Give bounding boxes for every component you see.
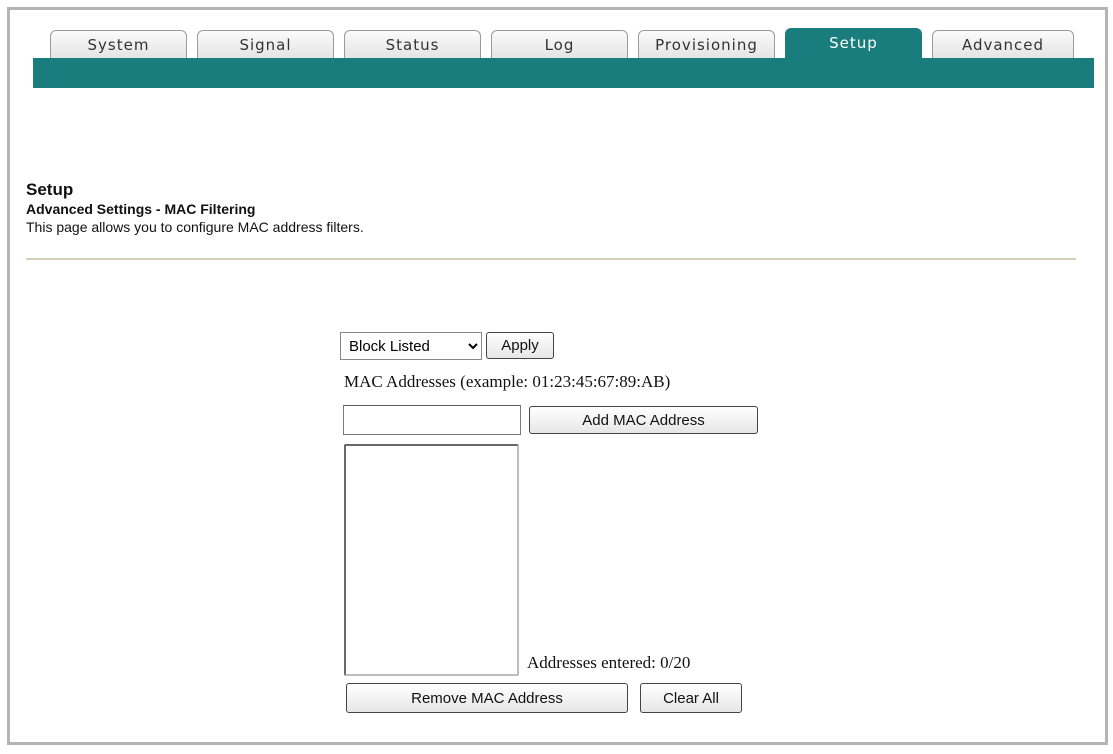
tab-signal[interactable]: Signal [197, 30, 334, 58]
header-block: Setup Advanced Settings - MAC Filtering … [26, 180, 364, 236]
tab-setup[interactable]: Setup [785, 28, 922, 58]
tab-provisioning[interactable]: Provisioning [638, 30, 775, 58]
mac-address-list[interactable] [344, 444, 519, 676]
add-mac-address-button[interactable]: Add MAC Address [529, 406, 758, 434]
clear-all-button[interactable]: Clear All [640, 683, 742, 713]
section-title: Advanced Settings - MAC Filtering [26, 201, 256, 217]
page-description: This page allows you to configure MAC ad… [26, 219, 364, 235]
apply-button[interactable]: Apply [486, 332, 554, 359]
filter-mode-select[interactable]: Block Listed [340, 332, 482, 360]
mac-address-input[interactable] [343, 405, 521, 435]
addresses-count: Addresses entered: 0/20 [527, 653, 691, 672]
tab-status[interactable]: Status [344, 30, 481, 58]
tab-log[interactable]: Log [491, 30, 628, 58]
tab-advanced[interactable]: Advanced [932, 30, 1074, 58]
tab-system[interactable]: System [50, 30, 187, 58]
remove-mac-address-button[interactable]: Remove MAC Address [346, 683, 628, 713]
tab-underline-bar [33, 58, 1094, 88]
mac-addresses-label: MAC Addresses (example: 01:23:45:67:89:A… [344, 372, 671, 391]
page-title: Setup [26, 180, 74, 199]
divider [26, 258, 1076, 260]
